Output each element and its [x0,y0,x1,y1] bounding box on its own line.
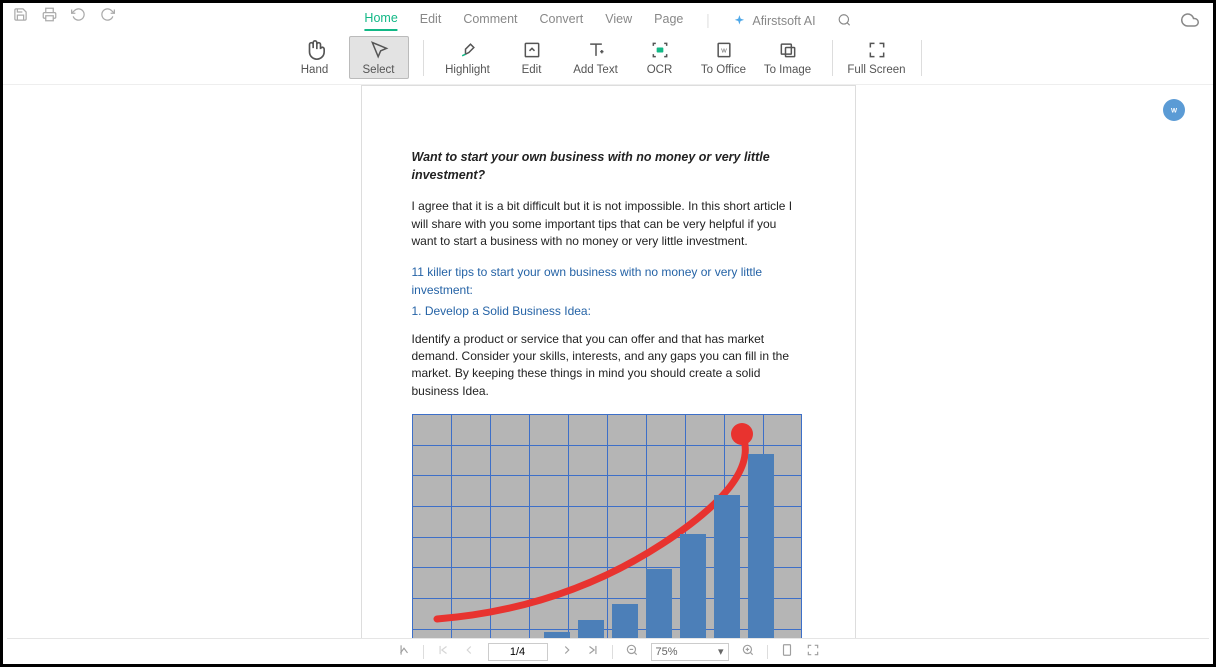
tool-label: OCR [647,64,673,76]
tool-label: Select [363,64,395,76]
convert-word-float-icon[interactable]: W [1163,99,1185,121]
tool-label: Highlight [445,64,490,76]
doc-subhead-1: 1. Develop a Solid Business Idea: [412,303,805,320]
sparkle-icon [732,14,746,28]
tab-view[interactable]: View [605,12,632,30]
tab-home[interactable]: Home [364,11,397,31]
chart-bar [714,495,740,638]
tab-page[interactable]: Page [654,12,683,30]
ocr-icon [649,39,671,61]
tool-label: To Image [764,64,811,76]
document-page: Want to start your own business with no … [361,85,856,638]
doc-paragraph: Identify a product or service that you c… [412,331,805,401]
prev-page-icon[interactable] [462,643,476,660]
toimage-icon [777,39,799,61]
tool-hand[interactable]: Hand [285,39,345,76]
addtext-icon [585,39,607,61]
tooffice-icon: W [713,39,735,61]
page-start-icon[interactable] [436,643,450,660]
tool-label: Full Screen [847,64,905,76]
trend-curve [412,414,802,638]
ribbon-divider [921,40,922,76]
tool-label: To Office [701,64,746,76]
chart-bar [748,454,774,638]
ai-button[interactable]: Afirstsoft AI [732,14,815,28]
tool-tooffice[interactable]: W To Office [694,39,754,76]
undo-icon[interactable] [71,7,86,27]
menu-divider [707,14,708,28]
chart-bar [646,569,672,638]
zoom-value: 75% [656,646,678,658]
svg-text:W: W [721,49,727,55]
zoom-out-icon[interactable] [625,643,639,660]
edit-icon [521,39,543,61]
svg-text:W: W [1171,107,1178,114]
embedded-chart [412,414,802,638]
chevron-down-icon: ▾ [718,645,724,658]
zoom-in-icon[interactable] [741,643,755,660]
doc-title: Want to start your own business with no … [412,148,805,184]
tool-label: Edit [522,64,542,76]
highlight-icon [457,39,479,61]
first-page-icon[interactable] [397,643,411,660]
tab-convert[interactable]: Convert [540,12,584,30]
redo-icon[interactable] [100,7,115,27]
tool-label: Hand [301,64,329,76]
ribbon-divider [832,40,833,76]
page-layout-icon[interactable] [780,643,794,660]
cursor-icon [368,39,390,61]
chart-bar [680,534,706,638]
save-icon[interactable] [13,7,28,27]
tool-label: Add Text [573,64,618,76]
tool-addtext[interactable]: Add Text [566,39,626,76]
tab-comment[interactable]: Comment [463,12,517,30]
search-icon[interactable] [838,13,852,30]
zoom-select[interactable]: 75% ▾ [651,643,729,661]
print-icon[interactable] [42,7,57,27]
cloud-icon[interactable] [1181,11,1199,32]
chart-bar [578,620,604,638]
tool-ocr[interactable]: OCR [630,39,690,76]
tab-edit[interactable]: Edit [420,12,442,30]
hand-icon [304,39,326,61]
doc-paragraph: I agree that it is a bit difficult but i… [412,198,805,250]
ribbon-divider [423,40,424,76]
next-page-icon[interactable] [560,643,574,660]
chart-bar [612,604,638,638]
tool-fullscreen[interactable]: Full Screen [847,39,907,76]
fullscreen-icon [866,39,888,61]
ai-label: Afirstsoft AI [752,14,815,28]
tool-highlight[interactable]: Highlight [438,39,498,76]
page-end-icon[interactable] [586,643,600,660]
page-number-input[interactable] [488,643,548,661]
fit-screen-icon[interactable] [806,643,820,660]
tool-select[interactable]: Select [349,36,409,79]
tool-edit[interactable]: Edit [502,39,562,76]
doc-link-heading: 11 killer tips to start your own busines… [412,264,805,299]
tool-toimage[interactable]: To Image [758,39,818,76]
